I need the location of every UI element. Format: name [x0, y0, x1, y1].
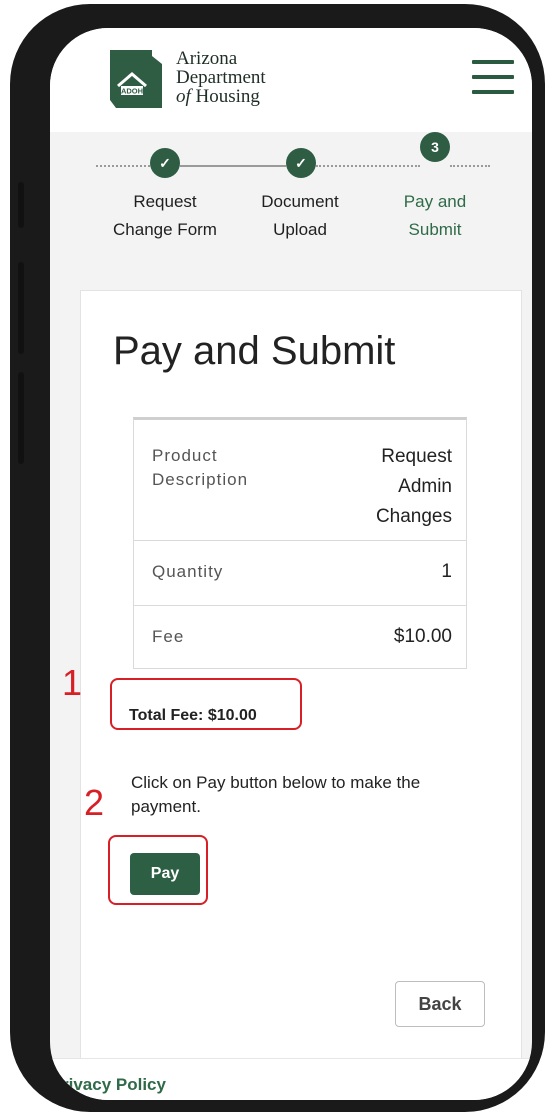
step-1-label: Request Change Form — [100, 188, 230, 244]
product-label-line2: Description — [152, 470, 249, 489]
step-2-label: Document Upload — [235, 188, 365, 244]
back-button[interactable]: Back — [395, 981, 485, 1027]
table-row-product: Product Description Request Admin Change… — [134, 420, 466, 541]
phone-volume-up-button — [18, 262, 24, 354]
payment-instruction: Click on Pay button below to make the pa… — [131, 773, 421, 816]
phone-screen: ADOH Arizona Department of Housing ✓ ✓ 3… — [50, 28, 532, 1100]
step-2-label-line1: Document — [261, 192, 339, 211]
phone-volume-down-button — [18, 372, 24, 464]
logo-line-housing: of Housing — [176, 87, 266, 106]
logo-badge-text: ADOH — [121, 87, 143, 96]
total-fee-highlight — [110, 678, 302, 730]
step-1-label-line1: Request — [133, 192, 197, 211]
step-3-label-line1: Pay and — [403, 192, 467, 211]
fee-label: Fee — [152, 627, 185, 646]
product-value-line2: Admin — [398, 476, 452, 497]
step-1-label-line2: Change Form — [113, 220, 217, 239]
page-title: Pay and Submit — [113, 329, 396, 373]
product-label-line1: Product — [152, 446, 218, 465]
logo-of-text: of — [176, 86, 191, 107]
annotation-marker-1: 1 — [62, 662, 83, 703]
privacy-policy-link[interactable]: rivacy Policy — [62, 1075, 166, 1095]
fee-value: $10.00 — [393, 626, 452, 647]
adoh-logo-icon[interactable]: ADOH — [106, 46, 166, 112]
quantity-value: 1 — [441, 561, 452, 582]
step-2-check-icon: ✓ — [286, 148, 316, 178]
step-3-label-line2: Submit — [408, 220, 462, 239]
stepper-dotted-right — [450, 165, 490, 167]
stepper-dotted-left — [96, 165, 150, 167]
logo-line-department: Department — [176, 67, 266, 88]
table-row-quantity: Quantity 1 — [134, 541, 466, 606]
hamburger-menu-icon[interactable] — [472, 60, 514, 96]
quantity-label: Quantity — [152, 562, 224, 581]
stepper-connector-2-3 — [316, 165, 420, 167]
progress-stepper: ✓ ✓ 3 Request Change Form Document Uploa… — [50, 132, 532, 282]
stepper-connector-1-2 — [180, 165, 286, 167]
phone-frame: ADOH Arizona Department of Housing ✓ ✓ 3… — [10, 4, 545, 1112]
site-header: ADOH Arizona Department of Housing — [50, 28, 532, 132]
product-value-line3: Changes — [375, 506, 452, 527]
logo-housing-text: Housing — [190, 86, 260, 107]
product-table: Product Description Request Admin Change… — [133, 417, 467, 669]
logo-line-arizona: Arizona — [176, 48, 238, 69]
logo-wordmark: Arizona Department of Housing — [176, 49, 266, 106]
phone-side-button — [18, 182, 24, 228]
site-footer: rivacy Policy — [50, 1058, 532, 1100]
table-row-fee: Fee $10.00 — [134, 606, 466, 668]
annotation-marker-2: 2 — [84, 782, 105, 823]
step-3-label: Pay and Submit — [370, 188, 500, 244]
product-label: Product Description — [152, 444, 248, 492]
step-1-check-icon: ✓ — [150, 148, 180, 178]
step-2-label-line2: Upload — [273, 220, 327, 239]
pay-button-highlight — [108, 835, 208, 905]
step-3-number-badge: 3 — [420, 132, 450, 162]
product-value: Request Admin Changes — [376, 442, 452, 532]
product-value-line1: Request — [381, 446, 452, 467]
